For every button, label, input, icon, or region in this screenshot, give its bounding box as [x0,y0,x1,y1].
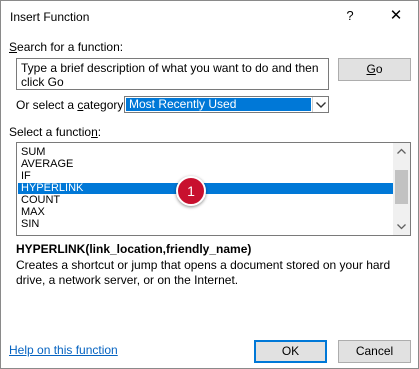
go-button[interactable]: Go [338,58,411,81]
function-item-if[interactable]: IF [18,171,395,182]
search-label-accesskey: S [9,40,18,54]
close-icon[interactable]: ✕ [386,6,406,26]
function-syntax: HYPERLINK(link_location,friendly_name) [16,242,252,256]
search-input[interactable]: Type a brief description of what you wan… [16,58,329,90]
function-item-sin[interactable]: SIN [18,219,395,230]
step-marker-badge: 1 [176,176,206,206]
scroll-up-icon[interactable] [393,143,410,160]
scroll-down-icon[interactable] [393,218,410,235]
go-label: o [375,62,383,76]
function-item-sum[interactable]: SUM [18,147,395,158]
dialog-title: Insert Function [10,10,90,24]
category-label: Or select a category: [16,98,127,112]
function-item-count[interactable]: COUNT [18,195,395,206]
category-dropdown[interactable]: Most Recently Used [124,96,329,113]
category-selected-value: Most Recently Used [126,98,311,111]
function-item-average[interactable]: AVERAGE [18,159,395,170]
function-label-accesskey: n [91,125,98,139]
function-label-pre: Select a functio [9,125,92,139]
insert-function-dialog: Insert Function ? ✕ Search for a functio… [0,0,419,369]
help-icon[interactable]: ? [341,6,359,26]
function-description: Creates a shortcut or jump that opens a … [16,258,391,287]
function-list-label: Select a function: [9,125,101,139]
go-accesskey: G [366,62,376,76]
function-list-scrollbar[interactable] [393,143,410,235]
category-label-pre: Or select a [16,98,78,112]
chevron-down-icon[interactable] [312,97,328,112]
help-on-function-link[interactable]: Help on this function [9,343,118,357]
cancel-button[interactable]: Cancel [338,340,411,363]
category-label-post: ategory: [83,98,127,112]
function-list[interactable]: SUM AVERAGE IF HYPERLINK COUNT MAX SIN [16,142,411,236]
function-label-post: : [97,125,102,139]
function-item-hyperlink[interactable]: HYPERLINK [18,183,395,194]
ok-button[interactable]: OK [254,340,327,363]
search-label-text: earch for a function: [17,40,124,54]
function-item-max[interactable]: MAX [18,207,395,218]
scroll-thumb[interactable] [395,170,408,204]
search-label: Search for a function: [9,40,123,54]
